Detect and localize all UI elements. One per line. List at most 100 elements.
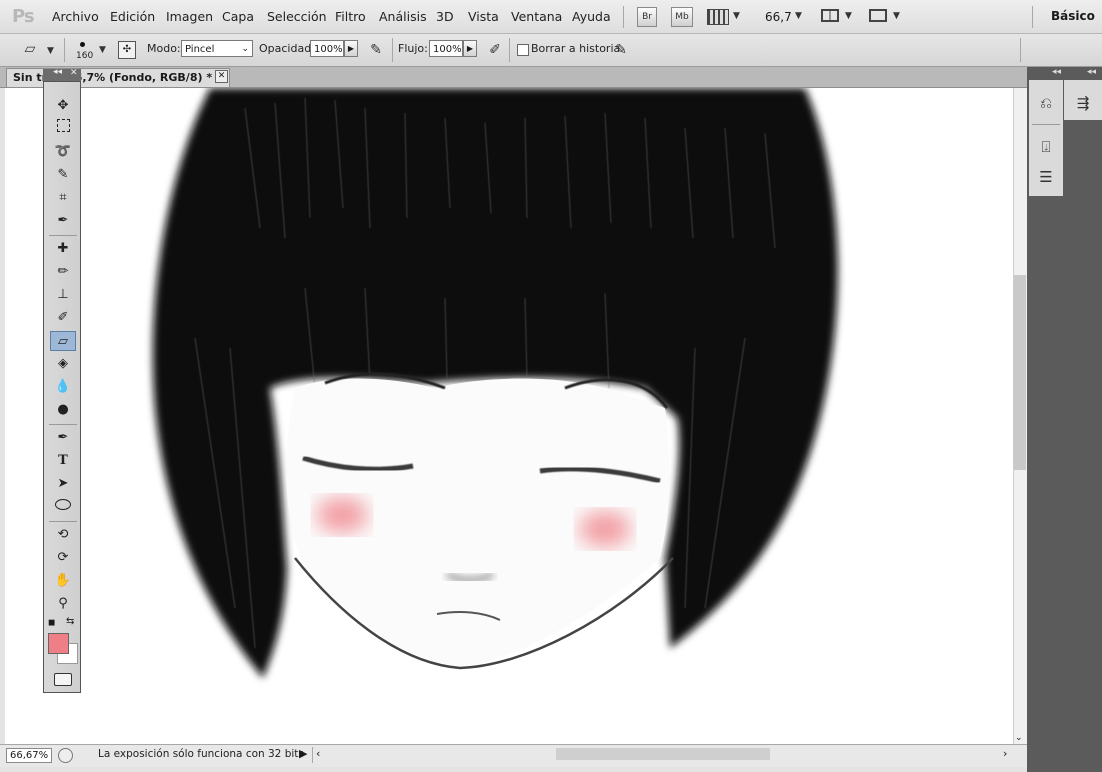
blur-icon: 💧 (54, 379, 72, 394)
collapse-icon[interactable]: ◂◂ (53, 67, 62, 77)
screen-mode-icon[interactable] (869, 9, 887, 22)
default-colors-icon[interactable]: ◼ (48, 618, 55, 628)
brush-tool[interactable]: ✏ (50, 262, 76, 282)
brush-tip-icon (80, 42, 85, 47)
menu-edicion[interactable]: Edición (110, 9, 155, 24)
menu-ayuda[interactable]: Ayuda (572, 9, 611, 24)
scroll-right-icon[interactable]: › (1003, 747, 1007, 760)
tools-panel: ✥ ➰ ✎ ⌗ ✒ ✚ ✏ ⊥ ✐ ▱ ◈ 💧 ● ✒ T ➤ ⟲ ⟳ ✋ ⚲ … (43, 81, 81, 693)
options-bar: ▱ ▼ 160 ▼ ✣ Modo: Pincel ⌄ Opacidad: 100… (0, 34, 1102, 67)
type-icon: T (58, 453, 68, 468)
chevron-down-icon[interactable]: ▼ (795, 11, 802, 21)
collapse-icon[interactable]: ◂◂ (1052, 67, 1061, 77)
flow-input[interactable]: 100% (429, 40, 463, 57)
paint-bucket-tool[interactable]: ◈ (50, 354, 76, 374)
menu-3d[interactable]: 3D (436, 9, 454, 24)
history-brush-icon: ✐ (57, 310, 69, 325)
extras-icon[interactable] (707, 9, 729, 25)
path-selection-tool[interactable]: ➤ (50, 474, 76, 494)
blur-tool[interactable]: 💧 (50, 377, 76, 397)
hand-icon: ✋ (54, 573, 72, 588)
status-info-icon[interactable] (58, 748, 73, 763)
mode-select[interactable]: Pincel ⌄ (181, 40, 253, 57)
eraser-preset-icon[interactable]: ▱ (20, 39, 40, 59)
3d-orbit-tool[interactable]: ⟳ (50, 548, 76, 568)
shape-tool[interactable] (50, 497, 76, 517)
swap-colors-icon[interactable]: ⇆ (66, 616, 74, 627)
pressure-opacity-icon[interactable]: ✎ (366, 40, 386, 60)
opacity-input[interactable]: 100% (310, 40, 344, 57)
type-tool[interactable]: T (50, 451, 76, 471)
quick-mask-icon[interactable] (54, 673, 72, 686)
workspace-switcher[interactable]: Básico (1051, 9, 1095, 23)
marquee-tool[interactable] (50, 119, 76, 139)
document-tab[interactable]: Sin tít... 66,7% (Fondo, RGB/8) * (6, 68, 230, 87)
tools-separator (49, 235, 77, 236)
clone-stamp-tool[interactable]: ⊥ (50, 285, 76, 305)
bridge-button[interactable]: Br (637, 7, 657, 27)
document-canvas[interactable] (5, 88, 1013, 744)
brush-panel-icon[interactable]: ✣ (118, 41, 136, 59)
menu-ventana[interactable]: Ventana (511, 9, 562, 24)
brush-presets-icon[interactable]: ⇶ (1071, 92, 1095, 114)
status-menu-arrow-icon[interactable]: ▶ (299, 747, 307, 760)
pen-icon: ✒ (57, 430, 69, 445)
zoom-level[interactable]: 66,7 (765, 10, 792, 24)
healing-brush-icon: ✚ (57, 241, 69, 256)
menu-seleccion[interactable]: Selección (267, 9, 327, 24)
close-icon[interactable]: ✕ (215, 70, 228, 83)
clone-source-icon[interactable]: ⍗ (1034, 136, 1058, 158)
opacity-slider-arrow[interactable]: ▶ (344, 40, 358, 57)
menu-capa[interactable]: Capa (222, 9, 254, 24)
mini-bridge-button[interactable]: Mb (671, 7, 693, 27)
quick-selection-tool[interactable]: ✎ (50, 165, 76, 185)
lasso-icon: ➰ (54, 144, 72, 159)
history-brush-tool[interactable]: ✐ (50, 308, 76, 328)
airbrush-icon[interactable]: ✐ (485, 40, 505, 60)
chevron-down-icon[interactable]: ▼ (99, 45, 106, 55)
horizontal-scroll-thumb[interactable] (556, 748, 770, 760)
eyedropper-tool[interactable]: ✒ (50, 211, 76, 231)
healing-brush-tool[interactable]: ✚ (50, 239, 76, 259)
dodge-tool[interactable]: ● (50, 400, 76, 420)
chevron-down-icon[interactable]: ▼ (845, 11, 852, 21)
move-tool[interactable]: ✥ (50, 96, 76, 116)
menu-analisis[interactable]: Análisis (379, 9, 427, 24)
panel-column-left: ⎌ ⍗ ☰ (1029, 80, 1063, 196)
menu-filtro[interactable]: Filtro (335, 9, 366, 24)
photoshop-logo: Ps (12, 6, 35, 27)
hand-tool[interactable]: ✋ (50, 571, 76, 591)
flow-slider-arrow[interactable]: ▶ (463, 40, 477, 57)
arrange-documents-icon[interactable] (821, 9, 839, 22)
scroll-down-icon[interactable]: ⌄ (1015, 733, 1023, 743)
close-icon[interactable]: ✕ (70, 68, 78, 78)
menu-imagen[interactable]: Imagen (166, 9, 213, 24)
right-cheek-blush (579, 511, 631, 547)
3d-rotate-icon: ⟲ (57, 527, 69, 542)
menu-archivo[interactable]: Archivo (52, 9, 99, 24)
chevron-down-icon[interactable]: ▼ (47, 46, 54, 56)
pen-tool[interactable]: ✒ (50, 428, 76, 448)
pressure-size-icon[interactable]: ✎ (611, 40, 631, 60)
paint-bucket-icon: ◈ (58, 356, 68, 371)
scroll-left-icon[interactable]: ‹ (316, 747, 320, 760)
collapse-icon[interactable]: ◂◂ (1087, 67, 1096, 77)
chevron-down-icon[interactable]: ▼ (733, 11, 740, 21)
erase-history-checkbox[interactable] (517, 44, 529, 56)
tools-separator (49, 521, 77, 522)
tool-presets-icon[interactable]: ☰ (1034, 166, 1058, 188)
chevron-down-icon[interactable]: ▼ (893, 11, 900, 21)
vertical-scroll-thumb[interactable] (1014, 275, 1026, 470)
3d-rotate-tool[interactable]: ⟲ (50, 525, 76, 545)
brush-size[interactable]: 160 (76, 51, 93, 61)
lasso-tool[interactable]: ➰ (50, 142, 76, 162)
zoom-tool[interactable]: ⚲ (50, 594, 76, 614)
zoom-input[interactable]: 66,67% (6, 748, 52, 763)
menu-vista[interactable]: Vista (468, 9, 499, 24)
tools-panel-header[interactable]: ◂◂ ✕ (43, 67, 81, 81)
crop-tool[interactable]: ⌗ (50, 188, 76, 208)
eraser-icon: ▱ (58, 334, 68, 349)
foreground-color-swatch[interactable] (48, 633, 69, 654)
eraser-tool[interactable]: ▱ (50, 331, 76, 351)
history-panel-icon[interactable]: ⎌ (1034, 92, 1058, 114)
